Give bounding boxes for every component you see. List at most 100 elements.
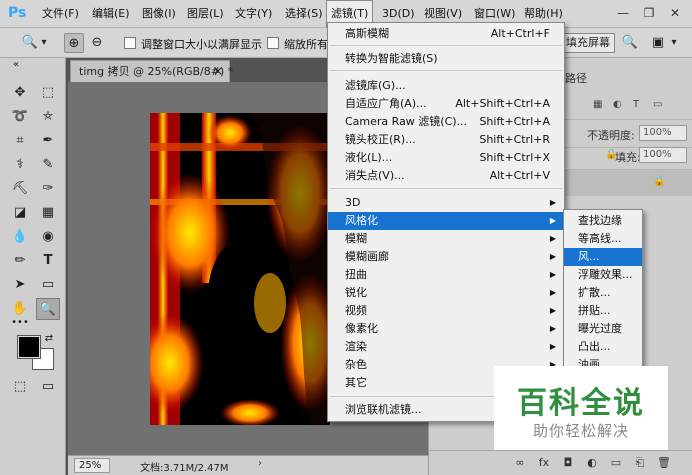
panel-bottom-bar: ∞ fx ◘ ◐ ▭ ⎗ 🗑 bbox=[429, 450, 692, 475]
menu-select[interactable]: 选择(S) bbox=[281, 0, 327, 28]
screen-mode-icon[interactable]: ▭ bbox=[36, 376, 60, 398]
zoom-level-field[interactable]: 25% bbox=[74, 458, 110, 473]
gradient-tool-icon[interactable]: ▦ bbox=[36, 202, 60, 224]
magic-wand-tool-icon[interactable]: ⛤ bbox=[36, 106, 60, 128]
opacity-field[interactable]: 100% bbox=[639, 125, 687, 141]
menu-item-adaptive-wide-angle[interactable]: 自适应广角(A)... Alt+Shift+Ctrl+A bbox=[328, 95, 564, 113]
rectangle-tool-icon[interactable]: ▭ bbox=[36, 274, 60, 296]
watermark-subtitle: 助你轻松解决 bbox=[532, 422, 629, 440]
menu-item-render[interactable]: 渲染 ▶ bbox=[328, 338, 564, 356]
menu-item-camera-raw[interactable]: Camera Raw 滤镜(C)... Shift+Ctrl+A bbox=[328, 113, 564, 131]
menu-item-liquify[interactable]: 液化(L)... Shift+Ctrl+X bbox=[328, 149, 564, 167]
workspace-icon[interactable]: ▣ bbox=[648, 33, 668, 53]
brush-tool-icon[interactable]: ✎ bbox=[36, 154, 60, 176]
search-icon[interactable]: 🔍 bbox=[620, 33, 640, 53]
submenu-item-tiles[interactable]: 拼贴... bbox=[564, 302, 642, 320]
menu-file[interactable]: 文件(F) bbox=[38, 0, 83, 28]
menu-item-distort[interactable]: 扭曲 ▶ bbox=[328, 266, 564, 284]
pen-tool-icon[interactable]: ✏ bbox=[8, 250, 32, 272]
submenu-item-wind[interactable]: 风... bbox=[564, 248, 642, 266]
menu-item-pixelate[interactable]: 像素化 ▶ bbox=[328, 320, 564, 338]
more-tools-icon[interactable]: ••• bbox=[8, 312, 32, 334]
history-brush-tool-icon[interactable]: ✑ bbox=[36, 178, 60, 200]
menu-type[interactable]: 文字(Y) bbox=[231, 0, 276, 28]
menu-item-convert-smart-filter[interactable]: 转换为智能滤镜(S) bbox=[328, 50, 564, 68]
zoom-tool-icon[interactable]: 🔍 bbox=[20, 33, 40, 53]
zoom-out-icon[interactable]: ⊖ bbox=[87, 33, 107, 53]
menu-edit[interactable]: 编辑(E) bbox=[88, 0, 134, 28]
restore-icon[interactable]: ❐ bbox=[640, 5, 658, 21]
new-layer-icon[interactable]: ⎗ bbox=[631, 455, 649, 471]
submenu-item-emboss[interactable]: 浮雕效果... bbox=[564, 266, 642, 284]
submenu-arrow-icon: ▶ bbox=[549, 324, 556, 333]
fill-screen-button[interactable]: 填充屏幕 bbox=[561, 33, 615, 53]
healing-brush-tool-icon[interactable]: ⚕ bbox=[8, 154, 32, 176]
type-tool-icon[interactable]: T bbox=[36, 250, 60, 272]
zoom-tool-icon[interactable]: 🔍 bbox=[36, 298, 60, 320]
zoom-all-checkbox[interactable] bbox=[267, 37, 279, 49]
status-bar: 25% 文档:3.71M/2.47M › bbox=[68, 455, 428, 475]
clone-stamp-tool-icon[interactable]: ⛏ bbox=[8, 178, 32, 200]
eraser-tool-icon[interactable]: ◪ bbox=[8, 202, 32, 224]
menu-item-video[interactable]: 视频 ▶ bbox=[328, 302, 564, 320]
filter-type-icon[interactable]: T bbox=[633, 99, 639, 110]
trash-icon[interactable]: 🗑 bbox=[655, 455, 673, 471]
layer-lock-icon: 🔒 bbox=[653, 176, 666, 187]
quick-mask-icon[interactable]: ⬚ bbox=[8, 376, 32, 398]
tab-paths[interactable]: 路径 bbox=[565, 70, 587, 86]
filter-shape-icon[interactable]: ▭ bbox=[653, 99, 662, 110]
lasso-tool-icon[interactable]: ➰ bbox=[8, 106, 32, 128]
fill-label: 填充: bbox=[615, 151, 641, 164]
move-tool-icon[interactable]: ✥ bbox=[8, 82, 32, 104]
close-tab-icon[interactable]: × bbox=[213, 61, 223, 82]
fire-artwork-image[interactable] bbox=[150, 113, 330, 425]
add-mask-icon[interactable]: ◘ bbox=[559, 455, 577, 471]
menu-item-blur[interactable]: 模糊 ▶ bbox=[328, 230, 564, 248]
menu-item-stylize[interactable]: 风格化 ▶ bbox=[328, 212, 564, 230]
tools-panel: « ✥ ⬚ ➰ ⛤ ⌗ ✒ ⚕ ✎ ⛏ ✑ ◪ ▦ 💧 ◉ ✏ T ➤ ▭ ✋ … bbox=[0, 58, 66, 475]
new-group-icon[interactable]: ▭ bbox=[607, 455, 625, 471]
crop-tool-icon[interactable]: ⌗ bbox=[8, 130, 32, 152]
menu-item-vanishing-point[interactable]: 消失点(V)... Alt+Ctrl+V bbox=[328, 167, 564, 185]
status-menu-icon[interactable]: › bbox=[258, 458, 262, 469]
chevron-down-icon[interactable]: ▾ bbox=[38, 33, 50, 53]
resize-windows-checkbox[interactable] bbox=[124, 37, 136, 49]
watermark-title: 百科全说 bbox=[517, 386, 645, 421]
collapse-icon[interactable]: « bbox=[4, 58, 28, 72]
close-icon[interactable]: ✕ bbox=[666, 5, 684, 21]
swap-colors-icon[interactable]: ⇄ bbox=[42, 332, 56, 346]
submenu-item-trace-contour[interactable]: 等高线... bbox=[564, 230, 642, 248]
link-layers-icon[interactable]: ∞ bbox=[511, 455, 529, 471]
menu-item-lens-correction[interactable]: 镜头校正(R)... Shift+Ctrl+R bbox=[328, 131, 564, 149]
menu-item-3d[interactable]: 3D ▶ bbox=[328, 194, 564, 212]
blur-tool-icon[interactable]: 💧 bbox=[8, 226, 32, 248]
adjustment-layer-icon[interactable]: ◐ bbox=[583, 455, 601, 471]
minimize-icon[interactable]: — bbox=[614, 5, 632, 21]
document-title: timg 拷贝 @ 25%(RGB/8#) * bbox=[79, 65, 234, 78]
submenu-item-solarize[interactable]: 曝光过度 bbox=[564, 320, 642, 338]
submenu-item-extrude[interactable]: 凸出... bbox=[564, 338, 642, 356]
submenu-item-diffuse[interactable]: 扩散... bbox=[564, 284, 642, 302]
dodge-tool-icon[interactable]: ◉ bbox=[36, 226, 60, 248]
menu-item-filter-gallery[interactable]: 滤镜库(G)... bbox=[328, 77, 564, 95]
submenu-arrow-icon: ▶ bbox=[549, 288, 556, 297]
document-tab[interactable]: timg 拷贝 @ 25%(RGB/8#) * × bbox=[70, 60, 234, 82]
fire-artwork bbox=[150, 113, 330, 425]
zoom-in-icon[interactable]: ⊕ bbox=[64, 33, 84, 53]
path-selection-tool-icon[interactable]: ➤ bbox=[8, 274, 32, 296]
workspace-chevron-icon[interactable]: ▾ bbox=[668, 33, 680, 53]
filter-adjust-icon[interactable]: ◐ bbox=[613, 99, 622, 110]
menu-image[interactable]: 图像(I) bbox=[138, 0, 180, 28]
marquee-tool-icon[interactable]: ⬚ bbox=[36, 82, 60, 104]
menu-item-gaussian-blur[interactable]: 高斯模糊 Alt+Ctrl+F bbox=[328, 25, 564, 43]
menu-item-blur-gallery[interactable]: 模糊画廊 ▶ bbox=[328, 248, 564, 266]
fill-field[interactable]: 100% bbox=[639, 147, 687, 163]
photoshop-logo: Ps bbox=[8, 5, 27, 21]
foreground-color-swatch[interactable] bbox=[17, 335, 41, 359]
menu-item-sharpen[interactable]: 锐化 ▶ bbox=[328, 284, 564, 302]
eyedropper-tool-icon[interactable]: ✒ bbox=[36, 130, 60, 152]
filter-pixel-icon[interactable]: ▦ bbox=[593, 99, 602, 110]
submenu-item-find-edges[interactable]: 查找边缘 bbox=[564, 212, 642, 230]
fx-icon[interactable]: fx bbox=[535, 455, 553, 471]
menu-layer[interactable]: 图层(L) bbox=[183, 0, 228, 28]
